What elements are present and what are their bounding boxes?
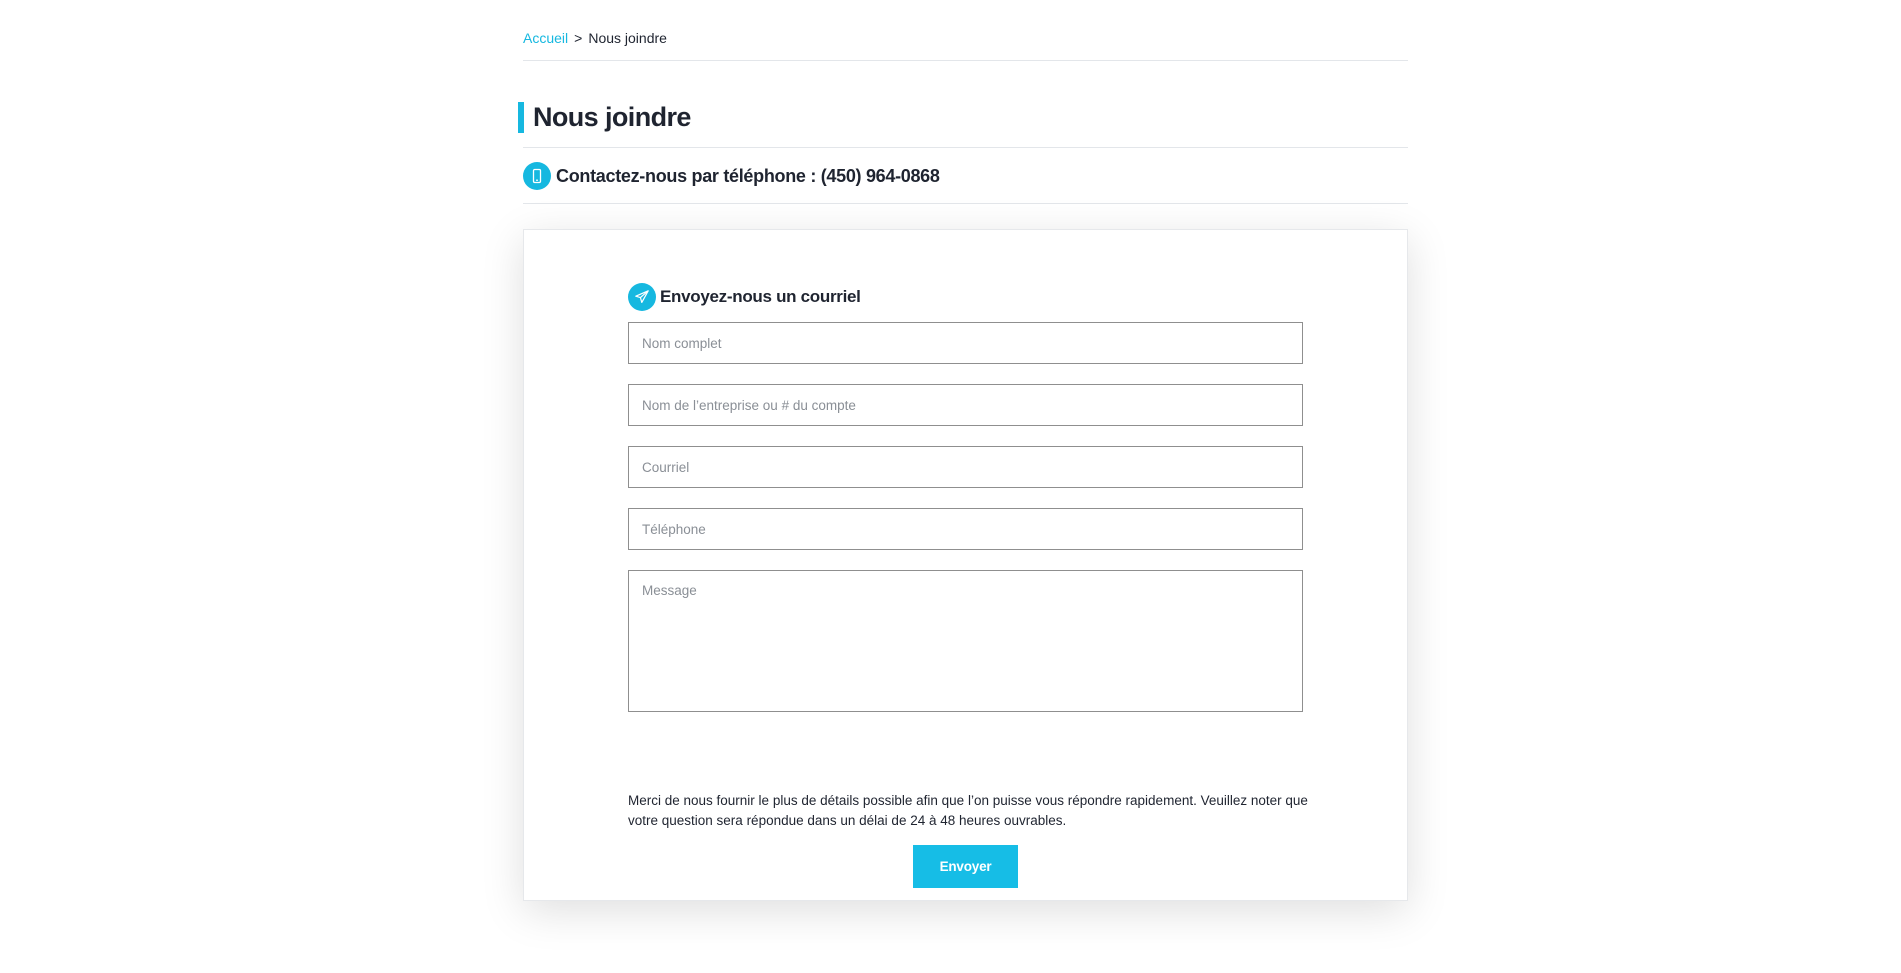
phone-divider — [523, 203, 1408, 204]
company-or-account-input[interactable] — [628, 384, 1303, 426]
form-heading-label: Envoyez-nous un courriel — [660, 287, 861, 306]
email-form-card: Envoyez-nous un courriel Merci de nous f… — [523, 229, 1408, 901]
breadcrumb-separator: > — [574, 30, 583, 46]
full-name-input[interactable] — [628, 322, 1303, 364]
breadcrumb-home-link[interactable]: Accueil — [523, 30, 568, 46]
message-textarea[interactable] — [628, 570, 1303, 712]
paper-plane-icon — [628, 283, 656, 311]
title-divider — [523, 147, 1408, 148]
form-heading: Envoyez-nous un courriel — [628, 283, 861, 311]
contact-page: Accueil > Nous joindre Nous joindre Contac… — [0, 0, 1901, 973]
title-accent-bar — [518, 101, 524, 133]
breadcrumb-current: Nous joindre — [588, 30, 667, 46]
breadcrumb: Accueil > Nous joindre — [523, 29, 667, 47]
form-note: Merci de nous fournir le plus de détails… — [628, 793, 1308, 828]
phone-input[interactable] — [628, 508, 1303, 550]
page-title: Nous joindre — [533, 101, 691, 132]
mobile-phone-icon — [523, 162, 551, 190]
page-title-block: Nous joindre — [518, 101, 691, 133]
submit-button[interactable]: Envoyer — [913, 845, 1018, 888]
breadcrumb-divider — [523, 60, 1408, 61]
phone-contact-text: Contactez-nous par téléphone : (450) 964… — [556, 165, 940, 186]
email-input[interactable] — [628, 446, 1303, 488]
phone-contact: Contactez-nous par téléphone : (450) 964… — [523, 162, 940, 190]
